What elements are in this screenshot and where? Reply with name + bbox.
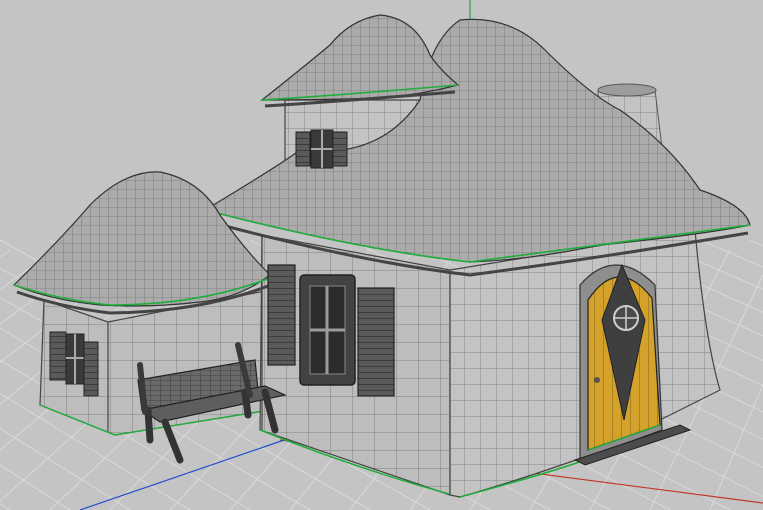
grid-line xyxy=(749,239,763,247)
annex-roof xyxy=(12,171,271,315)
grid-line xyxy=(0,502,11,510)
tower-window xyxy=(295,129,348,169)
3d-viewport[interactable] xyxy=(0,0,763,510)
grid-line xyxy=(709,383,763,510)
z-axis-line xyxy=(79,437,291,510)
